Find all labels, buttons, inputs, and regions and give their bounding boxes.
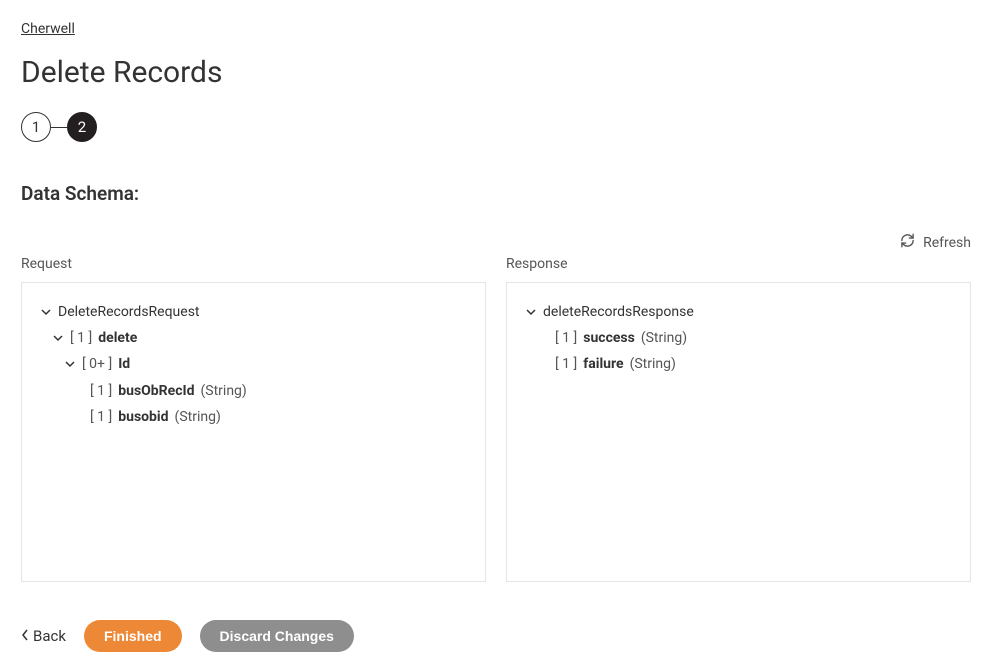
node-card: [ 1 ]	[90, 408, 112, 426]
tree-node-failure: [ 1 ] failure (String)	[525, 351, 952, 377]
node-card: [ 0+ ]	[82, 355, 112, 373]
footer: Back Finished Discard Changes	[21, 620, 971, 652]
refresh-label: Refresh	[923, 235, 971, 251]
stepper: 1 2	[21, 112, 971, 142]
chevron-down-icon[interactable]	[40, 307, 52, 317]
node-label: delete	[98, 329, 137, 347]
step-1[interactable]: 1	[21, 112, 51, 142]
node-label: busobid	[118, 408, 168, 426]
node-type: (String)	[200, 382, 246, 400]
request-label: Request	[21, 256, 486, 272]
breadcrumb[interactable]: Cherwell	[21, 21, 75, 37]
tree-node-success: [ 1 ] success (String)	[525, 325, 952, 351]
tree-node-busobrecid: [ 1 ] busObRecId (String)	[40, 378, 467, 404]
tree-node-root: DeleteRecordsRequest	[40, 299, 467, 325]
request-schema-box: DeleteRecordsRequest [ 1 ] delete [ 0+ ]…	[21, 282, 486, 582]
section-title: Data Schema:	[21, 182, 971, 205]
node-card: [ 1 ]	[70, 329, 92, 347]
node-label: Id	[118, 355, 130, 373]
tree-node-delete: [ 1 ] delete	[40, 325, 467, 351]
node-label: failure	[583, 355, 623, 373]
chevron-down-icon[interactable]	[525, 307, 537, 317]
back-label: Back	[33, 627, 66, 645]
node-label: DeleteRecordsRequest	[58, 303, 200, 321]
node-card: [ 1 ]	[555, 355, 577, 373]
discard-button[interactable]: Discard Changes	[200, 620, 354, 652]
node-label: success	[583, 329, 635, 347]
chevron-down-icon[interactable]	[64, 359, 76, 369]
refresh-icon	[900, 233, 915, 252]
response-schema-box: deleteRecordsResponse [ 1 ] success (Str…	[506, 282, 971, 582]
page-title: Delete Records	[21, 55, 971, 90]
chevron-down-icon[interactable]	[52, 333, 64, 343]
node-type: (String)	[641, 329, 687, 347]
node-card: [ 1 ]	[555, 329, 577, 347]
node-type: (String)	[175, 408, 221, 426]
node-label: busObRecId	[118, 382, 194, 400]
finished-button[interactable]: Finished	[84, 620, 182, 652]
response-label: Response	[506, 256, 971, 272]
node-label: deleteRecordsResponse	[543, 303, 694, 321]
step-connector	[51, 127, 67, 128]
node-type: (String)	[630, 355, 676, 373]
back-button[interactable]: Back	[21, 627, 66, 645]
tree-node-root: deleteRecordsResponse	[525, 299, 952, 325]
chevron-left-icon	[21, 627, 29, 645]
step-2[interactable]: 2	[67, 112, 97, 142]
refresh-button[interactable]: Refresh	[21, 233, 971, 252]
tree-node-id: [ 0+ ] Id	[40, 351, 467, 377]
tree-node-busobid: [ 1 ] busobid (String)	[40, 404, 467, 430]
node-card: [ 1 ]	[90, 382, 112, 400]
